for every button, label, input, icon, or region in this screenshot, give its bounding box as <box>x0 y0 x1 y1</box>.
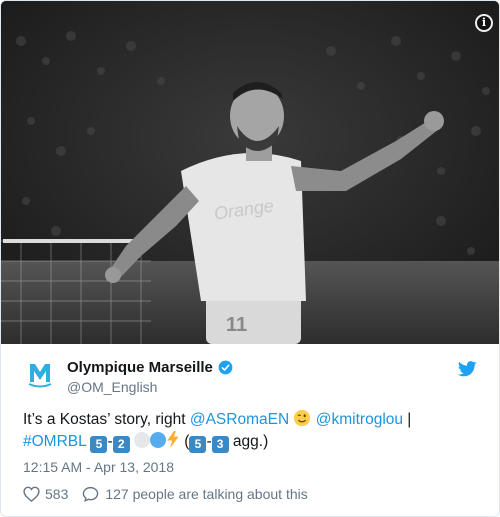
keycap-agg-home: 5 <box>189 436 207 453</box>
celebration-photo: Orange 11 <box>1 1 499 344</box>
info-icon[interactable]: i <box>475 14 493 32</box>
separator-text: | <box>403 411 412 428</box>
reply-bubble-icon[interactable] <box>82 486 99 502</box>
agg-open: ( <box>179 433 190 450</box>
score-dash: - <box>107 433 113 450</box>
agg-close: agg.) <box>228 433 269 450</box>
heart-icon[interactable] <box>23 486 40 502</box>
author-name-row[interactable]: Olympique Marseille <box>67 359 233 376</box>
agg-dash: - <box>206 433 212 450</box>
om-crest-icon[interactable] <box>23 358 57 392</box>
mention-asromaen-link[interactable]: @ASRomaEN <box>190 411 289 428</box>
verified-badge-icon <box>218 360 233 375</box>
conversation-count-link[interactable]: 127 people are talking about this <box>105 486 307 502</box>
white-circle-icon <box>133 432 150 448</box>
twitter-bird-icon[interactable] <box>458 361 477 377</box>
blue-circle-icon <box>149 432 166 448</box>
lightning-bolt-icon <box>167 431 179 448</box>
keycap-agg-away: 3 <box>211 436 229 453</box>
author-name[interactable]: Olympique Marseille <box>67 359 213 376</box>
like-count[interactable]: 583 <box>45 486 68 502</box>
tweet-photo[interactable]: Orange 11 i <box>1 1 499 344</box>
hashtag-omrbl-link[interactable]: #OMRBL <box>23 433 86 450</box>
keycap-score-away: 2 <box>112 436 130 453</box>
tweet-text: It’s a Kostas’ story, right @ASRomaEN @k… <box>23 409 483 453</box>
keycap-score-home: 5 <box>90 436 108 453</box>
tweet-embed-card: Orange 11 i Olympique Marseille @OM_Engl… <box>0 0 500 517</box>
author-handle[interactable]: @OM_English <box>67 379 157 395</box>
winking-face-icon <box>294 409 311 427</box>
tweet-text-part: It’s a Kostas’ story, right <box>23 411 190 428</box>
svg-text:11: 11 <box>226 314 247 336</box>
tweet-timestamp[interactable]: 12:15 AM - Apr 13, 2018 <box>23 459 174 475</box>
tweet-actions: 583 127 people are talking about this <box>23 486 308 502</box>
mention-kmitroglou-link[interactable]: @kmitroglou <box>316 411 403 428</box>
